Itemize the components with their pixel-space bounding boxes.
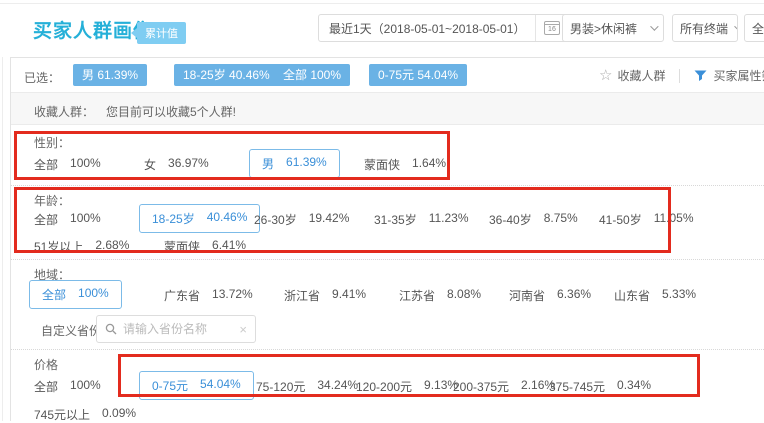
selected-tag-region[interactable]: 全部 100% <box>274 64 350 86</box>
province-search-input[interactable] <box>123 322 239 336</box>
filter-funnel-icon <box>694 70 707 82</box>
terminal-dropdown-label: 所有终端 <box>680 20 728 37</box>
favorite-crowd-button[interactable]: 收藏人群 <box>617 67 665 84</box>
age-option-all[interactable]: 全部100% <box>34 211 101 228</box>
gender-option-masked[interactable]: 蒙面侠1.64% <box>364 156 446 173</box>
price-section-label: 价格 <box>34 356 58 373</box>
favorite-row-label: 收藏人群： <box>34 103 94 120</box>
top-divider <box>0 3 764 4</box>
selected-bar-actions: ☆ 收藏人群 买家属性筛选 <box>599 58 764 93</box>
selected-filters-bar: 已选： 男 61.39% 18-25岁 40.46% 全部 100% 0-75元… <box>11 58 764 93</box>
cumulative-badge: 累计值 <box>131 22 186 44</box>
age-option-31-35[interactable]: 31-35岁11.23% <box>374 211 469 228</box>
region-option-guangdong[interactable]: 广东省13.72% <box>164 287 253 304</box>
gender-option-male-selected[interactable]: 男61.39% <box>249 149 340 178</box>
vertical-divider <box>679 69 680 83</box>
price-option-375-745[interactable]: 375-745元0.34% <box>549 378 651 395</box>
custom-province-label: 自定义省份 <box>41 322 101 339</box>
selected-tag-price[interactable]: 0-75元 54.04% <box>369 64 467 86</box>
section-region: 地域： 全部100% 广东省13.72% 浙江省9.41% 江苏省8.08% 河… <box>11 259 764 349</box>
badge-label: 累计值 <box>137 22 186 44</box>
section-gender: 性别： 全部100% 女36.97% 男61.39% 蒙面侠1.64% <box>11 125 764 185</box>
age-option-41-50[interactable]: 41-50岁11.05% <box>599 211 694 228</box>
category-dropdown[interactable]: 男装>休闲裤 <box>562 14 664 42</box>
section-age: 年龄： 全部100% 18-25岁40.46% 26-30岁19.42% 31-… <box>11 185 764 259</box>
price-option-0-75-selected[interactable]: 0-75元54.04% <box>139 371 254 400</box>
region-option-jiangsu[interactable]: 江苏省8.08% <box>399 287 481 304</box>
star-icon: ☆ <box>599 68 612 83</box>
age-section-label: 年龄： <box>34 192 70 209</box>
buyer-attribute-filter-button[interactable]: 买家属性筛选 <box>713 67 764 84</box>
category-dropdown-label: 男装>休闲裤 <box>570 20 637 37</box>
search-icon <box>105 323 117 335</box>
date-range-label: 最近1天（2018-05-01~2018-05-01） <box>319 20 535 37</box>
price-option-all[interactable]: 全部100% <box>34 378 101 395</box>
date-range-picker[interactable]: 最近1天（2018-05-01~2018-05-01） 16 <box>318 14 568 42</box>
favorite-crowd-row: 收藏人群： 您目前可以收藏5个人群! <box>11 93 764 125</box>
chevron-down-icon <box>734 22 738 30</box>
price-option-120-200[interactable]: 120-200元9.13% <box>356 378 458 395</box>
favorite-row-message: 您目前可以收藏5个人群! <box>106 103 236 120</box>
terminal-dropdown[interactable]: 所有终端 <box>672 14 738 42</box>
price-option-75-120[interactable]: 75-120元34.24% <box>256 378 358 395</box>
left-divider <box>2 57 3 421</box>
age-option-51-plus[interactable]: 51岁以上2.68% <box>34 238 129 255</box>
age-option-masked[interactable]: 蒙面侠6.41% <box>164 238 246 255</box>
gender-section-label: 性别： <box>34 134 70 151</box>
selected-label: 已选： <box>24 69 60 86</box>
price-option-200-375[interactable]: 200-375元2.16% <box>453 378 555 395</box>
region-option-all-selected[interactable]: 全部100% <box>29 280 122 309</box>
age-option-18-25-selected[interactable]: 18-25岁40.46% <box>139 204 260 233</box>
age-option-26-30[interactable]: 26-30岁19.42% <box>254 211 349 228</box>
main-panel: 已选： 男 61.39% 18-25岁 40.46% 全部 100% 0-75元… <box>10 57 764 421</box>
gender-option-all[interactable]: 全部100% <box>34 156 101 173</box>
calendar-icon: 16 <box>544 21 560 35</box>
region-option-henan[interactable]: 河南省6.36% <box>509 287 591 304</box>
selected-tag-gender[interactable]: 男 61.39% <box>73 64 147 86</box>
clear-input-icon[interactable]: × <box>239 323 247 336</box>
section-price: 价格 全部100% 0-75元54.04% 75-120元34.24% 120-… <box>11 349 764 422</box>
clipped-dropdown-label: 全 <box>752 20 764 37</box>
region-option-zhejiang[interactable]: 浙江省9.41% <box>284 287 366 304</box>
gender-option-female[interactable]: 女36.97% <box>144 156 209 173</box>
province-search-box[interactable]: × <box>96 315 256 343</box>
selected-tag-age[interactable]: 18-25岁 40.46% <box>174 64 279 86</box>
chevron-down-icon <box>650 22 658 30</box>
region-option-shandong[interactable]: 山东省5.33% <box>614 287 696 304</box>
price-option-745-plus[interactable]: 745元以上0.09% <box>34 406 136 423</box>
clipped-dropdown[interactable]: 全 <box>744 14 764 42</box>
age-option-36-40[interactable]: 36-40岁8.75% <box>489 211 578 228</box>
